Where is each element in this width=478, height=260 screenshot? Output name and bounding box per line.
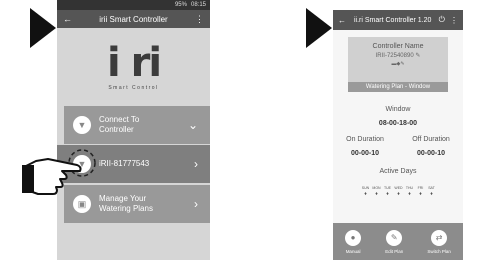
day-toggle[interactable]: WED ♦	[394, 186, 403, 197]
on-duration-label: On Duration	[346, 136, 384, 143]
drop-icon: ♦	[397, 191, 400, 197]
app-title: ii.ri Smart Controller 1.20	[354, 16, 432, 24]
drop-icon: ●	[345, 229, 362, 246]
bottom-action-bar: ● Manual ✎ Edit Plan ⇄ Switch Plan	[333, 223, 463, 260]
drop-icon: ♦	[430, 191, 433, 197]
switch-plan-button[interactable]: ⇄ Switch Plan	[427, 229, 451, 254]
phone-screen-2: ← ii.ri Smart Controller 1.20 ⏻ ⋮ Contro…	[333, 10, 463, 260]
watering-plan-bar: Watering Plan - Window	[348, 82, 448, 92]
pencil-icon: ✎	[386, 229, 403, 246]
controller-name-label: Controller Name	[372, 43, 424, 50]
chevron-down-icon: ⌄	[187, 118, 198, 132]
overflow-menu-icon[interactable]: ⋮	[450, 16, 458, 25]
power-icon[interactable]: ⏻	[439, 15, 445, 25]
back-arrow-icon[interactable]: ←	[338, 16, 346, 25]
controller-id: IRII-72540890	[375, 53, 414, 59]
active-days-row: SUN ♦ MON ♦ TUE ♦ WED ♦ THU ♦ FRI ♦ SAT ♦	[361, 186, 436, 197]
irii-logo: i ri Smart Control	[57, 40, 210, 91]
day-toggle[interactable]: MON ♦	[372, 186, 381, 197]
day-toggle[interactable]: SUN ♦	[361, 186, 370, 197]
logo-subtitle: Smart Control	[108, 85, 159, 91]
back-arrow-icon[interactable]: ←	[63, 14, 72, 24]
battery-text: 95%	[174, 2, 187, 8]
controller-id-label: iRII-81777543	[99, 159, 150, 168]
chevron-right-icon: ›	[194, 157, 198, 171]
app-title: irii Smart Controller	[99, 14, 168, 24]
phone-screen-1: 95% 08:15 ← irii Smart Controller ⋮ i ri…	[57, 0, 210, 260]
overflow-menu-icon[interactable]: ⋮	[195, 14, 204, 25]
active-days-label: Active Days	[379, 168, 417, 175]
drop-icon: ♦	[375, 191, 378, 197]
pointer-arrow-left	[30, 8, 56, 48]
day-toggle[interactable]: SAT ♦	[427, 186, 436, 197]
app-bar: ← ii.ri Smart Controller 1.20 ⏻ ⋮	[333, 10, 463, 30]
drop-icon: ♦	[408, 191, 411, 197]
chevron-right-icon: ›	[194, 197, 198, 211]
row-label-line1: Manage Your	[99, 194, 147, 203]
status-bar: 95% 08:15	[57, 0, 210, 10]
manual-button[interactable]: ● Manual	[345, 229, 362, 254]
pointing-hand-icon	[22, 149, 96, 195]
connect-to-controller-button[interactable]: ▼ Connect To Controller ⌄	[64, 106, 210, 144]
drop-icon: ♦	[419, 191, 422, 197]
app-bar: ← irii Smart Controller ⋮	[57, 10, 210, 28]
edit-plan-button[interactable]: ✎ Edit Plan	[385, 229, 403, 254]
pointer-arrow-right	[306, 8, 332, 48]
day-toggle[interactable]: THU ♦	[405, 186, 414, 197]
window-label: Window	[385, 106, 411, 113]
switch-icon: ⇄	[431, 229, 448, 246]
drop-icon: ♦	[364, 191, 367, 197]
row-label-line2: Controller	[99, 125, 134, 134]
drop-icon: ♦	[386, 191, 389, 197]
off-duration-value: 00-00-10	[416, 150, 446, 157]
day-toggle[interactable]: TUE ♦	[383, 186, 392, 197]
edit-icon[interactable]: ✎	[415, 53, 420, 59]
connection-status-icons: ▬◆✎	[391, 61, 405, 67]
off-duration-label: Off Duration	[412, 136, 450, 143]
window-value: 08-00-18-00	[378, 120, 418, 127]
logo-text: i ri	[106, 40, 162, 86]
clock-text: 08:15	[190, 2, 206, 8]
day-toggle[interactable]: FRI ♦	[416, 186, 425, 197]
on-duration-value: 00-00-10	[350, 150, 380, 157]
row-label-line2: Watering Plans	[99, 204, 153, 213]
row-label-line1: Connect To	[99, 115, 140, 124]
tap-icon: ▼	[73, 116, 91, 134]
